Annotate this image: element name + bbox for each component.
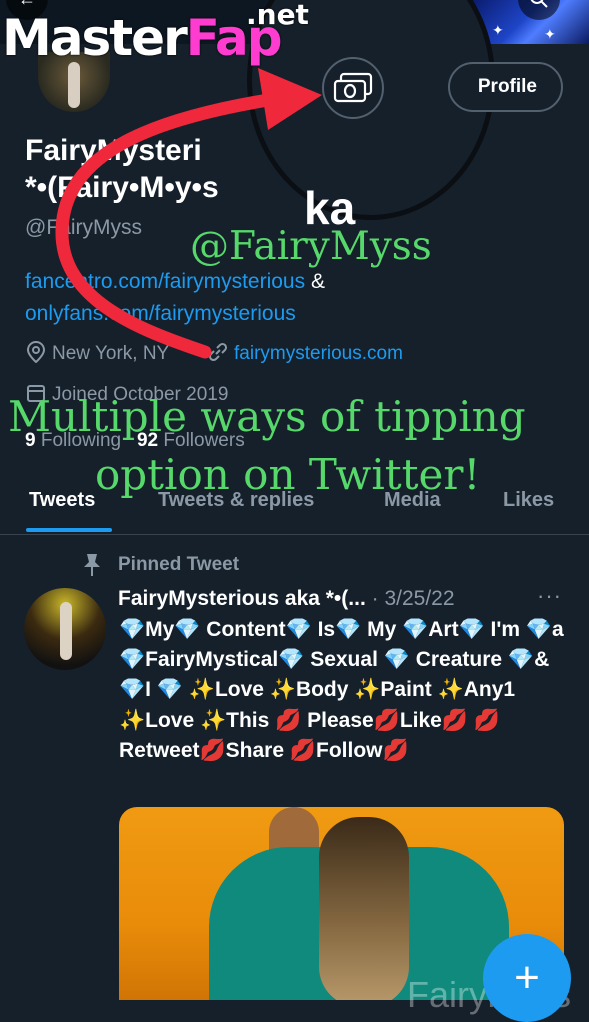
tweet-avatar[interactable] bbox=[24, 588, 106, 670]
overlay-tip-caption-line2: option on Twitter! bbox=[95, 450, 481, 499]
pinned-tweet-label: Pinned Tweet bbox=[118, 554, 240, 575]
overlay-handle-caption: @FairyMyss bbox=[190, 224, 432, 269]
plus-icon: + bbox=[514, 953, 540, 1002]
overlay-tip-caption-line1: Multiple ways of tipping bbox=[8, 392, 526, 441]
tweet-text: 💎My💎 Content💎 Is💎 My 💎Art💎 I'm 💎a 💎Fairy… bbox=[119, 618, 564, 762]
tweet-date[interactable]: · 3/25/22 bbox=[372, 587, 455, 610]
compose-tweet-button[interactable]: + bbox=[483, 934, 571, 1022]
tweet-author[interactable]: FairyMysterious aka *•(... bbox=[118, 587, 366, 610]
more-options-icon[interactable]: ··· bbox=[537, 583, 562, 609]
pin-icon bbox=[84, 554, 100, 576]
tweet-header: FairyMysterious aka *•(... · 3/25/22 bbox=[118, 585, 455, 613]
